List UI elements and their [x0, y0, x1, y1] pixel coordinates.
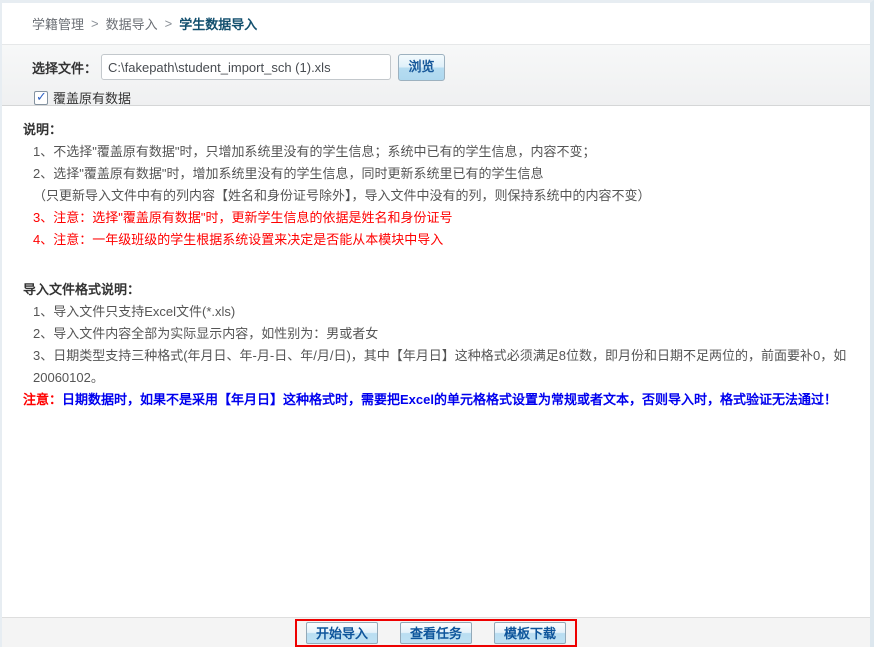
- file-select-toolbar: 选择文件： 浏览 ✓ 覆盖原有数据: [2, 44, 870, 106]
- format-lines: 1、导入文件只支持Excel文件(*.xls)2、导入文件内容全部为实际显示内容…: [23, 301, 850, 389]
- instruction-line: 2、导入文件内容全部为实际显示内容，如性别为：男或者女: [33, 323, 850, 345]
- main-content: 说明： 1、不选择"覆盖原有数据"时，只增加系统里没有的学生信息；系统中已有的学…: [2, 106, 870, 617]
- overwrite-checkbox-label: 覆盖原有数据: [53, 88, 131, 107]
- checkbox-check-icon: ✓: [36, 89, 47, 105]
- format-notice: 注意：日期数据时，如果不是采用【年月日】这种格式时，需要把Excel的单元格格式…: [23, 389, 850, 411]
- start-import-button[interactable]: 开始导入: [306, 622, 378, 644]
- highlight-box: 开始导入 查看任务 模板下载: [295, 619, 577, 647]
- student-import-page: 学籍管理 > 数据导入 > 学生数据导入 选择文件： 浏览 ✓ 覆盖原有数据 说…: [0, 0, 874, 647]
- instruction-line: （只更新导入文件中有的列内容【姓名和身份证号除外】，导入文件中没有的列，则保持系…: [33, 185, 850, 207]
- notice-body: 日期数据时，如果不是采用【年月日】这种格式时，需要把Excel的单元格格式设置为…: [62, 392, 837, 407]
- instructions-lines: 1、不选择"覆盖原有数据"时，只增加系统里没有的学生信息；系统中已有的学生信息，…: [23, 141, 850, 251]
- breadcrumb-separator: >: [91, 16, 99, 31]
- breadcrumb: 学籍管理 > 数据导入 > 学生数据导入: [2, 3, 870, 44]
- browse-button[interactable]: 浏览: [398, 54, 445, 81]
- instructions-section: 说明： 1、不选择"覆盖原有数据"时，只增加系统里没有的学生信息；系统中已有的学…: [23, 119, 850, 251]
- template-download-button[interactable]: 模板下载: [494, 622, 566, 644]
- format-section: 导入文件格式说明： 1、导入文件只支持Excel文件(*.xls)2、导入文件内…: [23, 279, 850, 411]
- breadcrumb-current-page: 学生数据导入: [179, 14, 257, 33]
- breadcrumb-item-xueji[interactable]: 学籍管理: [32, 14, 84, 33]
- overwrite-checkbox-row[interactable]: ✓ 覆盖原有数据: [34, 88, 870, 107]
- notice-prefix: 注意：: [23, 392, 62, 407]
- breadcrumb-item-data-import[interactable]: 数据导入: [106, 14, 158, 33]
- format-title: 导入文件格式说明：: [23, 279, 850, 301]
- instruction-line: 3、注意：选择"覆盖原有数据"时，更新学生信息的依据是姓名和身份证号: [33, 207, 850, 229]
- view-tasks-button[interactable]: 查看任务: [400, 622, 472, 644]
- file-row: 选择文件： 浏览: [32, 53, 870, 81]
- overwrite-checkbox[interactable]: ✓: [34, 91, 48, 105]
- instruction-line: 1、不选择"覆盖原有数据"时，只增加系统里没有的学生信息；系统中已有的学生信息，…: [33, 141, 850, 163]
- instruction-line: 1、导入文件只支持Excel文件(*.xls): [33, 301, 850, 323]
- file-select-label: 选择文件：: [32, 58, 97, 77]
- instructions-title: 说明：: [23, 119, 850, 141]
- instruction-line: 2、选择"覆盖原有数据"时，增加系统里没有的学生信息，同时更新系统里已有的学生信…: [33, 163, 850, 185]
- instruction-line: 3、日期类型支持三种格式(年月日、年-月-日、年/月/日)，其中【年月日】这种格…: [33, 345, 850, 389]
- breadcrumb-separator: >: [165, 16, 173, 31]
- footer-action-bar: 开始导入 查看任务 模板下载: [2, 617, 870, 647]
- file-path-input[interactable]: [101, 54, 391, 80]
- instruction-line: 4、注意：一年级班级的学生根据系统设置来决定是否能从本模块中导入: [33, 229, 850, 251]
